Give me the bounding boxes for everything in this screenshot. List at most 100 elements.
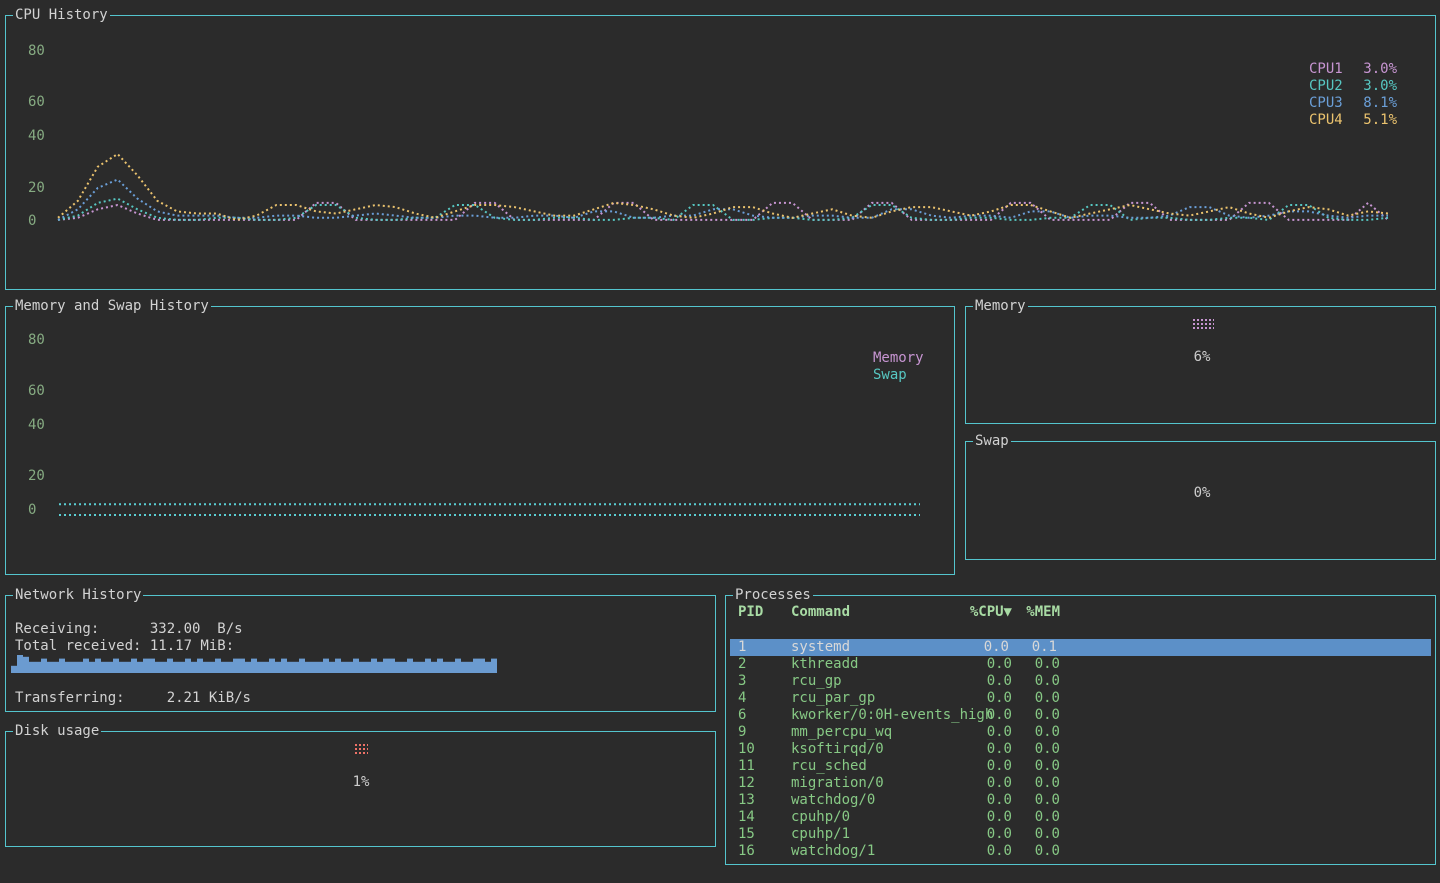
y-axis-tick: 0 (28, 214, 36, 229)
memory-gauge-panel[interactable]: Memory 6% (965, 306, 1436, 424)
cpu-history-panel[interactable]: CPU History 806040200 CPU13.0%CPU23.0%CP… (5, 15, 1436, 290)
memory-swap-history-title: Memory and Swap History (13, 298, 211, 314)
cpu-legend-item: CPU23.0% (1309, 78, 1397, 95)
process-cmd: rcu_gp (791, 673, 842, 690)
process-pid: 13 (738, 792, 755, 809)
processes-panel[interactable]: Processes PID Command %CPU▼ %MEM 1system… (725, 595, 1436, 865)
process-pid: 2 (738, 656, 746, 673)
disk-usage-value: 1% (331, 774, 391, 790)
process-row[interactable]: 14cpuhp/00.00.0 (727, 809, 1434, 826)
swap-gauge-value: 0% (1172, 485, 1232, 501)
process-pid: 11 (738, 758, 755, 775)
processes-header-row: PID Command %CPU▼ %MEM (727, 604, 1434, 621)
memswap-legend-item: Swap (873, 367, 924, 384)
process-mem: 0.1 (997, 639, 1057, 656)
network-history-panel[interactable]: Network History Receiving:332.00 B/s Tot… (5, 595, 716, 712)
process-cmd: migration/0 (791, 775, 884, 792)
process-pid: 3 (738, 673, 746, 690)
process-mem: 0.0 (1000, 724, 1060, 741)
memory-gauge-title: Memory (973, 298, 1028, 314)
process-row[interactable]: 11rcu_sched0.00.0 (727, 758, 1434, 775)
cpu-legend-name: CPU4 (1309, 112, 1343, 129)
cpu-legend-value: 3.0% (1363, 78, 1397, 95)
system-monitor-screen: CPU History 806040200 CPU13.0%CPU23.0%CP… (0, 0, 1440, 883)
header-command[interactable]: Command (791, 604, 850, 621)
swap-gauge-panel[interactable]: Swap 0% (965, 441, 1436, 560)
process-pid: 10 (738, 741, 755, 758)
process-mem: 0.0 (1000, 826, 1060, 843)
process-row[interactable]: 3rcu_gp0.00.0 (727, 673, 1434, 690)
process-pid: 14 (738, 809, 755, 826)
disk-usage-panel[interactable]: Disk usage 1% (5, 731, 716, 847)
cpu-legend-item: CPU3 8.1% (1309, 95, 1397, 112)
memory-swap-history-chart (54, 337, 929, 537)
disk-usage-title: Disk usage (13, 723, 101, 739)
memory-swap-legend: MemorySwap (873, 350, 924, 384)
cpu-legend-name: CPU1 (1309, 61, 1343, 78)
cpu-history-chart (54, 36, 1394, 246)
process-row[interactable]: 9mm_percpu_wq0.00.0 (727, 724, 1434, 741)
y-axis-tick: 80 (28, 333, 45, 348)
process-cmd: cpuhp/0 (791, 809, 850, 826)
process-cmd: kthreadd (791, 656, 858, 673)
process-row[interactable]: 10ksoftirqd/00.00.0 (727, 741, 1434, 758)
memory-gauge-icon (1192, 318, 1214, 329)
process-pid: 1 (738, 639, 746, 656)
y-axis-tick: 80 (28, 44, 45, 59)
network-receiving-value: 332.00 B/s (150, 621, 243, 637)
y-axis-tick: 60 (28, 95, 45, 110)
process-cmd: cpuhp/1 (791, 826, 850, 843)
process-mem: 0.0 (1000, 707, 1060, 724)
process-mem: 0.0 (1000, 673, 1060, 690)
processes-title: Processes (733, 587, 813, 603)
swap-gauge-title: Swap (973, 433, 1011, 449)
network-transferring-value: 2.21 KiB/s (167, 690, 251, 706)
process-mem: 0.0 (1000, 809, 1060, 826)
cpu-legend-item: CPU1 3.0% (1309, 61, 1397, 78)
header-pid[interactable]: PID (738, 604, 763, 621)
network-transferring-line: Transferring:2.21 KiB/s (15, 690, 251, 706)
process-row[interactable]: 15cpuhp/10.00.0 (727, 826, 1434, 843)
process-row[interactable]: 16watchdog/10.00.0 (727, 843, 1434, 860)
process-pid: 9 (738, 724, 746, 741)
process-row[interactable]: 4rcu_par_gp0.00.0 (727, 690, 1434, 707)
process-pid: 12 (738, 775, 755, 792)
process-pid: 4 (738, 690, 746, 707)
process-mem: 0.0 (1000, 741, 1060, 758)
process-mem: 0.0 (1000, 656, 1060, 673)
process-row[interactable]: 13watchdog/00.00.0 (727, 792, 1434, 809)
process-pid: 6 (738, 707, 746, 724)
y-axis-tick: 40 (28, 129, 45, 144)
process-row[interactable]: 2kthreadd0.00.0 (727, 656, 1434, 673)
cpu-legend-name: CPU3 (1309, 95, 1343, 112)
cpu-legend-value: 5.1% (1363, 112, 1397, 129)
network-total-label: Total received: (15, 638, 150, 654)
cpu-legend-value: 8.1% (1363, 95, 1397, 112)
process-mem: 0.0 (1000, 690, 1060, 707)
process-row[interactable]: 6kworker/0:0H-events_high0.00.0 (727, 707, 1434, 724)
process-mem: 0.0 (1000, 843, 1060, 860)
process-mem: 0.0 (1000, 792, 1060, 809)
network-total-value: 11.17 MiB: (150, 638, 234, 654)
network-receiving-line: Receiving:332.00 B/s (15, 621, 243, 637)
network-history-title: Network History (13, 587, 143, 603)
process-cmd: mm_percpu_wq (791, 724, 892, 741)
y-axis-tick: 20 (28, 181, 45, 196)
y-axis-tick: 20 (28, 469, 45, 484)
memory-swap-history-panel[interactable]: Memory and Swap History 806040200 Memory… (5, 306, 955, 575)
process-cmd: systemd (791, 639, 850, 656)
cpu-legend-value: 3.0% (1363, 61, 1397, 78)
process-row[interactable]: 1systemd0.00.1 (730, 639, 1431, 656)
y-axis-tick: 40 (28, 418, 45, 433)
process-cmd: watchdog/0 (791, 792, 875, 809)
process-row[interactable]: 12migration/00.00.0 (727, 775, 1434, 792)
network-total-line: Total received:11.17 MiB: (15, 638, 234, 654)
cpu-legend-item: CPU4 5.1% (1309, 112, 1397, 129)
y-axis-tick: 60 (28, 384, 45, 399)
process-pid: 16 (738, 843, 755, 860)
header-mem[interactable]: %MEM (1000, 604, 1060, 621)
memswap-legend-item: Memory (873, 350, 924, 367)
process-cmd: rcu_par_gp (791, 690, 875, 707)
cpu-legend: CPU1 3.0%CPU23.0%CPU3 8.1% CPU4 5.1% (1309, 61, 1397, 129)
network-received-sparkline (10, 653, 502, 673)
